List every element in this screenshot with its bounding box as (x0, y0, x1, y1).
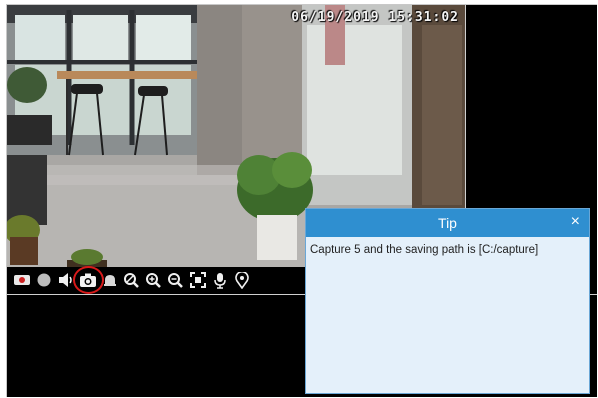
record-icon (13, 275, 30, 285)
close-icon[interactable]: × (571, 212, 580, 232)
zoom-icon (124, 272, 139, 288)
tip-dialog-header: Tip × (306, 209, 589, 237)
tip-dialog-message: Capture 5 and the saving path is [C:/cap… (310, 244, 539, 256)
fullscreen-icon (189, 272, 206, 288)
stop-button[interactable] (33, 270, 54, 290)
fullscreen-button[interactable] (187, 270, 208, 290)
record-button[interactable] (11, 270, 32, 290)
stop-icon (37, 273, 50, 287)
zoom-button[interactable] (121, 270, 142, 290)
zoom-out-icon (168, 272, 183, 288)
zoom-out-button[interactable] (165, 270, 186, 290)
bell-icon (103, 275, 116, 286)
tip-dialog-title: Tip (438, 215, 457, 231)
microphone-icon (213, 272, 226, 289)
volume-icon (58, 273, 72, 287)
tip-dialog: Tip × Capture 5 and the saving path is [… (305, 208, 590, 394)
location-button[interactable] (231, 270, 252, 290)
snapshot-button[interactable] (73, 266, 104, 294)
microphone-button[interactable] (209, 270, 230, 290)
video-timestamp: 06/19/2019 15:31:02 (291, 10, 459, 25)
location-pin-icon (234, 271, 249, 289)
zoom-in-button[interactable] (143, 270, 164, 290)
alarm-button[interactable] (99, 270, 120, 290)
zoom-in-icon (146, 272, 161, 288)
